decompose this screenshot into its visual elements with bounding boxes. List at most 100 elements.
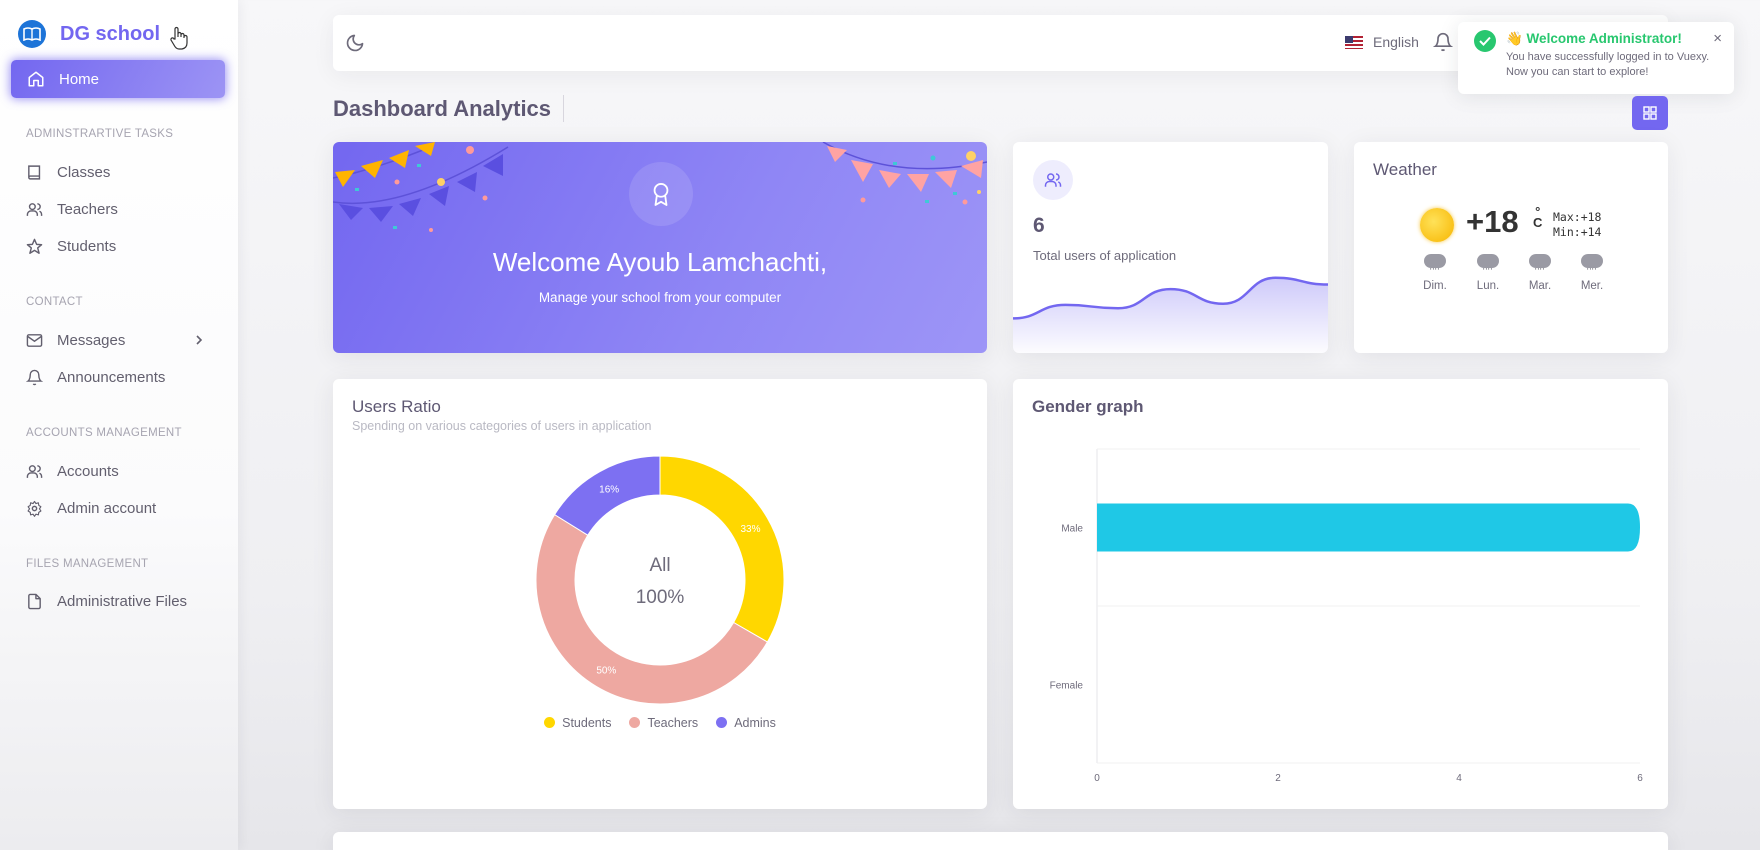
legend-label: Teachers: [647, 716, 699, 730]
forecast-day: '''' Lun.: [1468, 254, 1508, 292]
weather-title: Weather: [1373, 160, 1437, 179]
section-title-admin-tasks: ADMINSTRARTIVE TASKS: [26, 128, 174, 140]
total-users-count: 6: [1033, 214, 1045, 237]
hand-cursor-icon: [168, 26, 190, 55]
rain-cloud-icon: [1424, 254, 1446, 268]
sun-icon: [1420, 208, 1454, 242]
us-flag-icon: [1345, 35, 1363, 49]
bar-male[interactable]: [1097, 503, 1640, 552]
close-icon[interactable]: ×: [1713, 30, 1722, 47]
y-tick-label: Male: [1061, 524, 1083, 535]
chevron-right-icon: [196, 335, 203, 345]
forecast-day: '''' Mer.: [1572, 254, 1612, 292]
forecast-day: '''' Dim.: [1415, 254, 1455, 292]
award-icon: [653, 182, 669, 206]
apps-grid-button[interactable]: [1632, 96, 1668, 130]
forecast-day-label: Mer.: [1580, 280, 1604, 292]
forecast-day-label: Lun.: [1476, 280, 1500, 292]
legend-dot: [544, 717, 556, 728]
donut-slice-label: 33%: [740, 524, 760, 535]
users-ratio-donut: All 100% 33% 50% 16%: [535, 455, 785, 705]
legend-label: Students: [562, 716, 612, 730]
users-sparkline: [1013, 276, 1328, 353]
section-title-accounts-management: ACCOUNTS MANAGEMENT: [26, 427, 182, 439]
donut-slice-label: 50%: [596, 666, 616, 677]
forecast-day-label: Mar.: [1528, 280, 1552, 292]
right-bunting: [822, 142, 987, 205]
users-icon: [26, 202, 43, 216]
section-title-files-management: FILES MANAGEMENT: [26, 558, 149, 570]
users-icon: [26, 464, 43, 478]
legend-item-students[interactable]: Students: [544, 716, 611, 730]
sidebar-item-label: Administrative Files: [57, 592, 188, 610]
dark-mode-toggle[interactable]: [345, 33, 365, 58]
rain-cloud-icon: [1581, 254, 1603, 268]
donut-slice-students[interactable]: [659, 455, 785, 643]
toast-title: 👋 Welcome Administrator!: [1506, 31, 1682, 46]
temperature: +18: [1466, 204, 1519, 239]
check-icon: [1474, 30, 1496, 52]
legend-item-admins[interactable]: Admins: [716, 716, 776, 730]
total-users-card: 6 Total users of application: [1013, 142, 1328, 353]
x-tick-label: 0: [1094, 773, 1100, 784]
star-icon: [26, 238, 43, 254]
gender-graph-card: Gender graph 0 2 4 6 Male Female: [1013, 379, 1668, 809]
users-ratio-card: Users Ratio Spending on various categori…: [333, 379, 987, 809]
book-icon: [28, 164, 41, 180]
language-label: English: [1373, 34, 1419, 50]
celsius-symbol: C: [1533, 215, 1543, 230]
sidebar-item-classes[interactable]: Classes: [26, 158, 226, 186]
next-card-peek: [333, 832, 1668, 850]
x-tick-label: 2: [1275, 773, 1281, 784]
moon-icon: [346, 34, 364, 52]
sidebar-item-label: Classes: [57, 163, 111, 181]
bell-icon: [1432, 32, 1454, 52]
home-icon: [28, 71, 44, 87]
sidebar-item-label: Home: [59, 70, 100, 88]
sidebar-item-teachers[interactable]: Teachers: [26, 195, 226, 223]
legend-label: Admins: [734, 716, 776, 730]
users-icon: [1033, 160, 1073, 200]
award-badge: [629, 162, 693, 226]
gear-icon: [27, 500, 42, 517]
brand[interactable]: DG school: [18, 18, 160, 50]
sidebar-item-messages[interactable]: Messages: [26, 326, 226, 354]
welcome-card: Welcome Ayoub Lamchachti, Manage your sc…: [333, 142, 987, 353]
sidebar-item-label: Admin account: [57, 499, 157, 517]
donut-slice-label: 16%: [599, 485, 619, 496]
sidebar-item-home[interactable]: Home: [11, 60, 225, 98]
sidebar-item-accounts[interactable]: Accounts: [26, 457, 226, 485]
users-ratio-title: Users Ratio: [352, 397, 441, 416]
weather-card: Weather +18 ° C Max:+18 Min:+14 '''' Dim…: [1354, 142, 1668, 353]
toast-message: You have successfully logged in to Vuexy…: [1506, 51, 1710, 78]
book-logo-icon: [18, 20, 46, 48]
x-tick-label: 4: [1456, 773, 1462, 784]
section-title-contact: CONTACT: [26, 296, 83, 308]
legend-item-teachers[interactable]: Teachers: [629, 716, 698, 730]
sidebar-item-administrative-files[interactable]: Administrative Files: [26, 587, 226, 615]
donut-center-label: All: [649, 555, 670, 576]
welcome-subtitle: Manage your school from your computer: [538, 290, 782, 305]
legend-dot: [629, 717, 641, 728]
sidebar: DG school Home ADMINSTRARTIVE TASKS Clas…: [0, 0, 238, 850]
sidebar-item-announcements[interactable]: Announcements: [26, 363, 226, 391]
sidebar-item-label: Teachers: [57, 200, 118, 218]
sidebar-item-students[interactable]: Students: [26, 232, 226, 260]
forecast-day: '''' Mar.: [1520, 254, 1560, 292]
sidebar-item-label: Students: [57, 237, 117, 255]
sidebar-item-label: Announcements: [57, 368, 166, 386]
grid-icon: [1643, 106, 1657, 120]
welcome-toast: 👋 Welcome Administrator! You have succes…: [1458, 22, 1734, 94]
x-tick-label: 6: [1637, 773, 1643, 784]
temp-max: Max:+18: [1553, 210, 1602, 224]
donut-slice-teachers[interactable]: [535, 513, 769, 705]
notifications-button[interactable]: [1432, 32, 1454, 57]
left-bunting: [333, 142, 509, 232]
page-title: Dashboard Analytics: [333, 95, 565, 122]
y-tick-label: Female: [1050, 681, 1084, 692]
gender-bar-chart: 0 2 4 6 Male Female: [1050, 448, 1643, 784]
sidebar-item-admin-account[interactable]: Admin account: [26, 494, 226, 522]
mail-icon: [26, 333, 43, 347]
language-dropdown[interactable]: English: [1345, 34, 1419, 50]
temperature-unit: ° C: [1533, 205, 1543, 230]
